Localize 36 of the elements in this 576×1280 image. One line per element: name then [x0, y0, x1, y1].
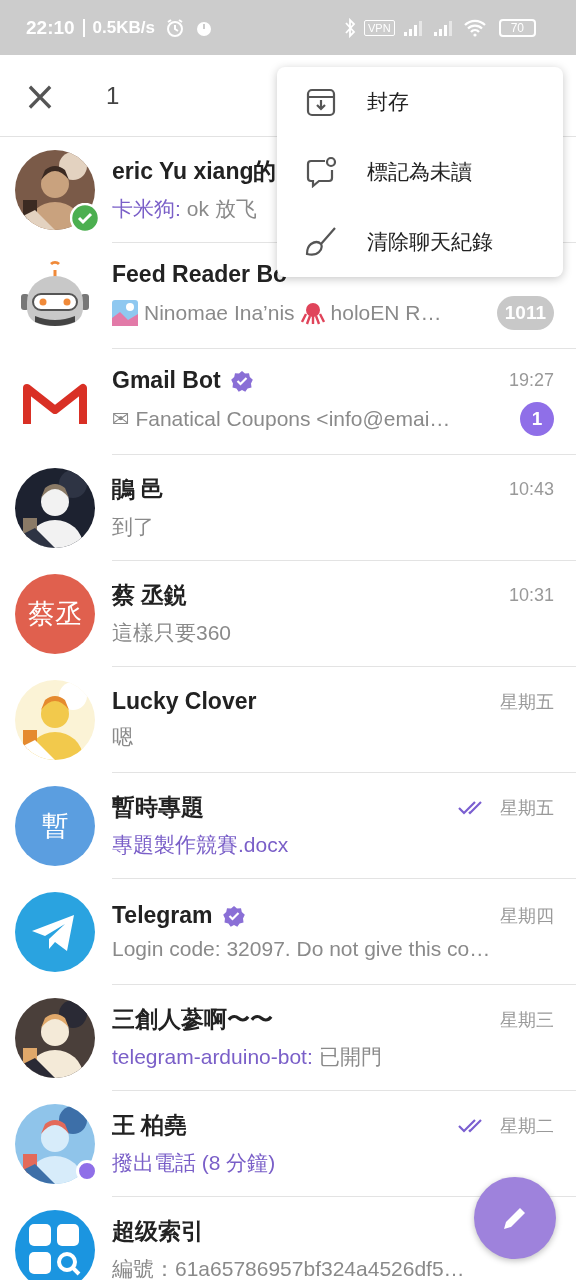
chat-time: 10:43: [508, 479, 554, 500]
message-preview: holoEN R…: [330, 301, 442, 325]
message-preview: ✉ Fanatical Coupons <info@emai…: [112, 407, 451, 431]
message-sender: telegram-arduino-bot:: [112, 1045, 313, 1069]
message-preview: 編號：61a65786957bf324a4526df5…: [112, 1256, 465, 1280]
chat-name: 三創人蔘啊〜〜: [112, 1005, 273, 1034]
initials-avatar: 暫: [15, 786, 95, 866]
unread-count: 1: [520, 402, 554, 436]
message-preview: Login code: 32097. Do not give this co…: [112, 937, 491, 961]
chat-name: Lucky Clover: [112, 688, 257, 715]
message-preview: 已開門: [318, 1044, 382, 1070]
chat-time: 星期四: [500, 904, 554, 928]
chat-name: 超级索引: [112, 1217, 204, 1246]
selected-count: 1: [106, 81, 120, 110]
message-sender: 卡米狗:: [112, 196, 181, 222]
chat-time: 星期五: [500, 796, 554, 820]
chat-name: 蔡 丞鋭: [112, 581, 188, 610]
chat-time: 星期二: [500, 1114, 554, 1138]
chat-name: 暫時專題: [112, 793, 204, 822]
chat-name: eric Yu xiang的: [112, 157, 277, 186]
message-preview: ok 放飞: [186, 196, 257, 222]
chat-name: 王 柏堯: [112, 1111, 188, 1140]
message-preview: Ninomae Ina’nis: [144, 301, 295, 325]
initials-avatar: 蔡丞: [15, 574, 95, 654]
chat-time: 星期三: [500, 1008, 554, 1032]
message-preview: 撥出電話 (8 分鐘): [112, 1150, 276, 1176]
chat-name: Telegram: [112, 902, 213, 929]
message-preview: 專題製作競賽.docx: [112, 832, 289, 858]
chat-name: 鵑 邑: [112, 475, 165, 504]
message-preview: 這樣只要360: [112, 620, 232, 646]
chat-name: Gmail Bot: [112, 367, 221, 394]
chat-time: 10:31: [508, 585, 554, 606]
message-preview: 嗯: [112, 724, 133, 750]
chat-time: 星期五: [500, 690, 554, 714]
chat-time: 19:27: [508, 370, 554, 391]
message-preview: 到了: [112, 514, 154, 540]
